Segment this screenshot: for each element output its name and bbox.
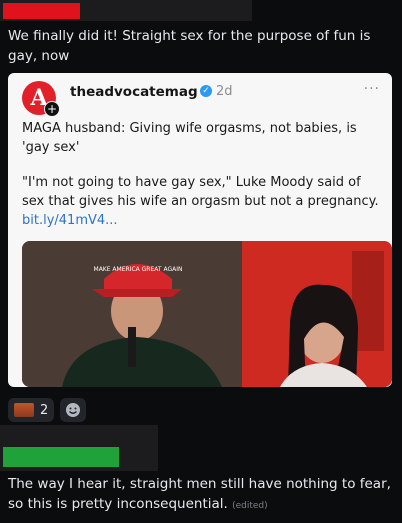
- post-photo: MAKE AMERICA GREAT AGAIN: [22, 241, 392, 387]
- reaction-emoji-icon: [14, 403, 34, 417]
- post-quote-text: "I'm not going to have gay sex," Luke Mo…: [22, 175, 379, 209]
- post-link: bit.ly/41mV4...: [22, 213, 118, 228]
- more-options-icon: ···: [363, 81, 380, 97]
- redacted-username-red: [3, 3, 80, 19]
- post-age: 2d: [216, 84, 233, 99]
- hat-text: MAKE AMERICA GREAT AGAIN: [94, 266, 183, 273]
- reaction-bar: 2: [8, 398, 87, 422]
- verified-badge-icon: ✓: [200, 85, 212, 97]
- reaction-button[interactable]: 2: [8, 398, 55, 422]
- reply-message-text: The way I hear it, straight men still ha…: [8, 474, 400, 516]
- reaction-count: 2: [40, 402, 49, 418]
- follow-plus-icon: +: [44, 101, 60, 117]
- add-reaction-icon: [66, 403, 81, 417]
- add-reaction-button[interactable]: [60, 398, 87, 422]
- embedded-post-image[interactable]: A + theadvocatemag ✓ 2d ··· MAGA husband…: [8, 73, 392, 387]
- post-handle: theadvocatemag: [70, 84, 198, 100]
- microphone-icon: [128, 327, 136, 367]
- post-quote: "I'm not going to have gay sex," Luke Mo…: [22, 173, 384, 230]
- redacted-username-green: [3, 447, 119, 467]
- message-text: We finally did it! Straight sex for the …: [8, 28, 371, 64]
- post-headline: MAGA husband: Giving wife orgasms, not b…: [22, 121, 357, 155]
- photo-illustration: MAKE AMERICA GREAT AGAIN: [22, 241, 392, 387]
- reply-text: The way I hear it, straight men still ha…: [8, 476, 391, 512]
- edited-label: (edited): [232, 501, 268, 511]
